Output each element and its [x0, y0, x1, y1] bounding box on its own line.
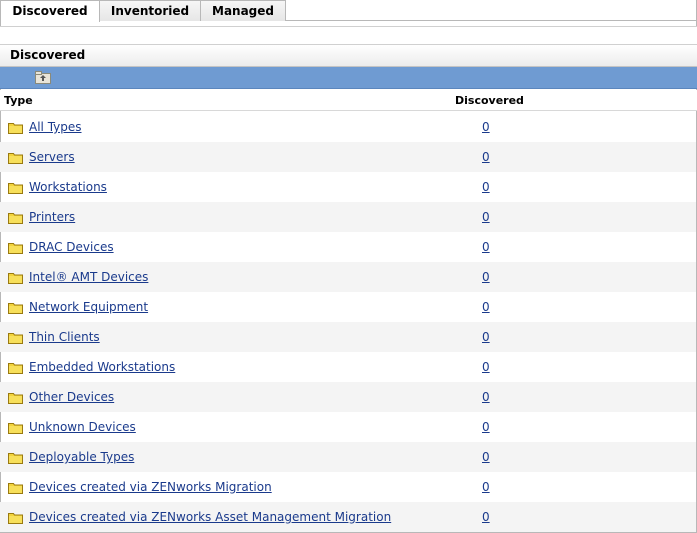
- discovered-count-link[interactable]: 0: [482, 390, 490, 404]
- table-row: DRAC Devices 0: [0, 232, 696, 262]
- table-row: Embedded Workstations 0: [0, 352, 696, 382]
- folder-icon: [8, 422, 23, 434]
- discovered-count-link[interactable]: 0: [482, 510, 490, 524]
- table-row: All Types 0: [0, 112, 696, 142]
- folder-icon: [8, 212, 23, 224]
- table-row: Network Equipment 0: [0, 292, 696, 322]
- folder-icon: [8, 332, 23, 344]
- folder-icon: [8, 392, 23, 404]
- discovered-count-link[interactable]: 0: [482, 450, 490, 464]
- blank-strip: [0, 26, 697, 45]
- device-type-link[interactable]: Servers: [29, 150, 75, 164]
- folder-up-icon[interactable]: [35, 71, 51, 84]
- device-type-link[interactable]: Embedded Workstations: [29, 360, 175, 374]
- discovered-count-link[interactable]: 0: [482, 420, 490, 434]
- tab-managed[interactable]: Managed: [200, 0, 286, 21]
- table-body: All Types 0 Servers 0 Workstations 0 Printers 0…: [0, 112, 696, 532]
- folder-icon: [8, 302, 23, 314]
- folder-icon: [8, 482, 23, 494]
- toolbar: [0, 67, 697, 89]
- folder-icon: [8, 272, 23, 284]
- discovered-count-link[interactable]: 0: [482, 270, 490, 284]
- folder-icon: [8, 362, 23, 374]
- panel-title: Discovered: [0, 45, 697, 67]
- column-header-type[interactable]: Type: [4, 94, 33, 107]
- discovered-count-link[interactable]: 0: [482, 210, 490, 224]
- discovered-count-link[interactable]: 0: [482, 330, 490, 344]
- column-header-discovered[interactable]: Discovered: [455, 94, 524, 107]
- device-type-link[interactable]: Network Equipment: [29, 300, 148, 314]
- table-row: Unknown Devices 0: [0, 412, 696, 442]
- tab-discovered[interactable]: Discovered: [0, 0, 100, 22]
- discovered-count-link[interactable]: 0: [482, 120, 490, 134]
- table-row: Servers 0: [0, 142, 696, 172]
- device-type-link[interactable]: Deployable Types: [29, 450, 134, 464]
- device-type-link[interactable]: Intel® AMT Devices: [29, 270, 148, 284]
- discovered-count-link[interactable]: 0: [482, 240, 490, 254]
- device-type-link[interactable]: Printers: [29, 210, 75, 224]
- device-type-link[interactable]: Workstations: [29, 180, 107, 194]
- tab-bar: Discovered Inventoried Managed: [0, 0, 697, 22]
- discovered-count-link[interactable]: 0: [482, 300, 490, 314]
- discovered-count-link[interactable]: 0: [482, 480, 490, 494]
- tab-inventoried[interactable]: Inventoried: [99, 0, 201, 21]
- folder-icon: [8, 452, 23, 464]
- table-row: Other Devices 0: [0, 382, 696, 412]
- device-type-link[interactable]: Unknown Devices: [29, 420, 136, 434]
- folder-icon: [8, 182, 23, 194]
- folder-icon: [8, 152, 23, 164]
- table-row: Workstations 0: [0, 172, 696, 202]
- table-row: Deployable Types 0: [0, 442, 696, 472]
- folder-icon: [8, 512, 23, 524]
- discovered-count-link[interactable]: 0: [482, 360, 490, 374]
- table-row: Devices created via ZENworks Migration 0: [0, 472, 696, 502]
- discovered-count-link[interactable]: 0: [482, 150, 490, 164]
- device-type-link[interactable]: Devices created via ZENworks Asset Manag…: [29, 510, 391, 524]
- device-type-link[interactable]: Other Devices: [29, 390, 114, 404]
- device-type-link[interactable]: All Types: [29, 120, 82, 134]
- device-type-link[interactable]: DRAC Devices: [29, 240, 114, 254]
- table-row: Printers 0: [0, 202, 696, 232]
- device-type-link[interactable]: Thin Clients: [29, 330, 100, 344]
- folder-icon: [8, 242, 23, 254]
- table-row: Devices created via ZENworks Asset Manag…: [0, 502, 696, 532]
- table-header: Type Discovered: [0, 90, 697, 111]
- folder-icon: [8, 122, 23, 134]
- device-type-link[interactable]: Devices created via ZENworks Migration: [29, 480, 272, 494]
- table-row: Intel® AMT Devices 0: [0, 262, 696, 292]
- discovered-count-link[interactable]: 0: [482, 180, 490, 194]
- table-row: Thin Clients 0: [0, 322, 696, 352]
